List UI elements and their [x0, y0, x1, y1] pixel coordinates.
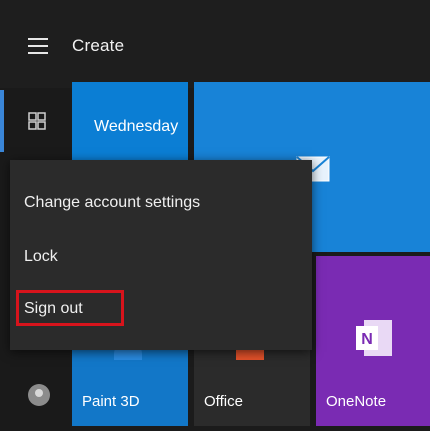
office-label: Office	[204, 393, 243, 410]
hamburger-menu-icon[interactable]	[28, 38, 48, 54]
sign-out-highlight-box	[16, 290, 124, 326]
svg-text:N: N	[361, 331, 373, 348]
onenote-tile[interactable]: N OneNote	[316, 256, 430, 426]
paint3d-label: Paint 3D	[82, 393, 140, 410]
group-title: Create	[72, 36, 125, 55]
onenote-label: OneNote	[326, 393, 387, 410]
change-account-settings-item[interactable]: Change account settings	[24, 194, 200, 212]
calendar-day: Wednesday	[94, 118, 179, 135]
rail-selection-indicator	[0, 90, 4, 152]
account-context-menu: Change account settings Lock Sign out	[10, 160, 312, 350]
user-avatar[interactable]	[28, 384, 50, 406]
onenote-icon: N	[354, 316, 394, 360]
start-menu: Create Wednesday Paint 3D Office N OneNo…	[0, 0, 430, 431]
documents-icon[interactable]	[28, 112, 46, 130]
start-header: Create	[0, 0, 430, 88]
lock-item[interactable]: Lock	[24, 248, 58, 266]
